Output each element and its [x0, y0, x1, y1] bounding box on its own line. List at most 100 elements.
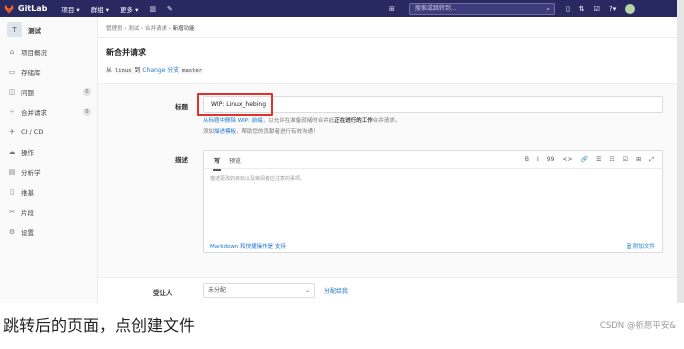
link-icon[interactable]: 🔗 [581, 156, 588, 164]
book-icon: ▯ [10, 188, 14, 196]
description-textarea[interactable]: 描述更改的目标以及审阅者应注意的事项。 [210, 175, 305, 182]
project-avatar: T [7, 22, 22, 37]
sidebar-item-label: 操作 [21, 149, 34, 157]
attach-label: 附加文件 [632, 244, 655, 250]
search-input[interactable]: 搜索或跳转到... ⌕ [408, 2, 555, 15]
navbar-tools: ▯ ⇅ ☑ ?▾ [566, 0, 636, 17]
issues-icon: ◫ [8, 88, 16, 96]
title-label: 标题 [175, 103, 188, 111]
scissors-icon: ✂ [9, 208, 15, 216]
screenshot: GitLab 项目 ▾ 群组 ▾ 更多 ▾ ▥ ✎ ⊞ 搜索或跳转到... ⌕ … [0, 0, 684, 303]
project-sidebar: T 测试 ⌂ 项目概况 ▭ 存储库 ◫ 问题 0 ⑂ 合并请求 0 ✈ CI /… [0, 17, 98, 303]
hint-bold: 正在进行的工作 [334, 118, 373, 124]
sidebar-item-cicd[interactable]: ✈ CI / CD [0, 122, 97, 142]
issues-count-badge: 0 [83, 88, 91, 96]
editor-tabs: 写 预览 B I 99 <> 🔗 ☰ ☷ ☑ ⊞ ⤢ [204, 151, 662, 171]
sidebar-item-analytics[interactable]: ▤ 分析学 [0, 162, 97, 182]
sidebar-item-label: 分析学 [21, 169, 41, 177]
from-word: 从 [106, 67, 113, 74]
breadcrumb: 管理员 › 测试 › 合并请求 › 新增功能 [106, 26, 195, 32]
assignee-value: 未分配 [208, 287, 227, 294]
quote-icon[interactable]: 99 [547, 156, 555, 164]
description-label: 描述 [175, 156, 188, 164]
template-hint: 添加描述模板，帮助您的贡献者进行有效沟通！ [203, 127, 319, 135]
todos-icon[interactable]: ☑ [594, 5, 600, 13]
hint-text: ，以允许在准备就绪时合并此 [262, 118, 335, 124]
home-icon: ⌂ [9, 48, 15, 56]
tab-write[interactable]: 写 [212, 156, 222, 171]
gear-icon: ⚙ [8, 228, 16, 236]
search-placeholder: 搜索或跳转到... [414, 4, 457, 12]
main-content: 管理员 › 测试 › 合并请求 › 新增功能 新合并请求 从 linux 到 C… [98, 17, 677, 303]
search-icon: ⌕ [546, 4, 550, 13]
italic-icon[interactable]: I [537, 156, 539, 164]
project-header[interactable]: T 测试 [0, 17, 97, 42]
description-editor: 写 预览 B I 99 <> 🔗 ☰ ☷ ☑ ⊞ ⤢ 描述更改的目标以及审阅者应… [203, 150, 663, 253]
menu-projects[interactable]: 项目 ▾ [61, 4, 79, 14]
sidebar-item-overview[interactable]: ⌂ 项目概况 [0, 42, 97, 62]
bold-icon[interactable]: B [525, 156, 529, 164]
markdown-help-link[interactable]: Markdown 和快捷操作是 支持 [210, 242, 286, 250]
menu-more[interactable]: 更多 ▾ [120, 4, 138, 14]
to-word: 到 [134, 67, 141, 74]
sidebar-item-merge-requests[interactable]: ⑂ 合并请求 0 [0, 102, 97, 122]
sidebar-item-operations[interactable]: ☁ 操作 [0, 142, 97, 162]
attach-file-button[interactable]: 🖻 附加文件 [627, 242, 655, 252]
sidebar-item-label: 维基 [21, 189, 34, 197]
wip-hint: 从标题中删除 WIP: 前缀，以允许在准备就绪时合并此正在进行的工作合并请求。 [203, 116, 400, 124]
watermark: CSDN @祈愿平安& [599, 321, 676, 331]
help-icon[interactable]: ?▾ [609, 5, 616, 13]
task-list-icon[interactable]: ☑ [623, 156, 628, 164]
mr-count-badge: 0 [83, 108, 91, 116]
hint-prefix: 添加 [203, 129, 215, 135]
rocket-icon: ✈ [9, 128, 15, 136]
doc-icon: ▭ [8, 68, 16, 76]
top-navbar: GitLab 项目 ▾ 群组 ▾ 更多 ▾ ▥ ✎ ⊞ 搜索或跳转到... ⌕ … [0, 0, 677, 17]
scrollbar[interactable] [677, 0, 684, 303]
fullscreen-icon[interactable]: ⤢ [649, 156, 654, 164]
breadcrumb-current: 新增功能 [172, 26, 195, 32]
snippets-icon[interactable]: ▯ [566, 5, 570, 13]
stats-icon[interactable]: ▥ [149, 5, 156, 13]
markdown-toolbar: B I 99 <> 🔗 ☰ ☷ ☑ ⊞ ⤢ [525, 156, 654, 164]
sidebar-item-snippets[interactable]: ✂ 片段 [0, 202, 97, 222]
merge-requests-icon[interactable]: ⇅ [579, 5, 585, 13]
editor-footer: Markdown 和快捷操作是 支持 🖻 附加文件 [204, 238, 662, 252]
table-icon[interactable]: ⊞ [636, 156, 641, 164]
sidebar-item-repository[interactable]: ▭ 存储库 [0, 62, 97, 82]
description-template-link[interactable]: 描述模板 [214, 129, 236, 135]
plus-square-icon[interactable]: ⊞ [389, 5, 395, 13]
change-branch-link[interactable]: Change 分支 [142, 67, 179, 74]
breadcrumb-item[interactable]: 合并请求 [145, 26, 167, 32]
navbar-right: ⊞ 搜索或跳转到... ⌕ [389, 0, 555, 17]
merge-request-icon: ⑂ [9, 108, 15, 116]
sidebar-item-settings[interactable]: ⚙ 设置 [0, 222, 97, 242]
assignee-label: 受让人 [153, 289, 173, 297]
sidebar-item-label: 设置 [21, 229, 34, 237]
hint-rest: ，帮助您的贡献者进行有效沟通！ [236, 129, 319, 135]
remove-wip-link[interactable]: 从标题中删除 WIP: 前缀 [203, 118, 263, 124]
assignee-select[interactable]: 未分配 ⌄ [203, 283, 315, 298]
breadcrumb-item[interactable]: 测试 [128, 26, 139, 32]
menu-groups[interactable]: 群组 ▾ [91, 4, 109, 14]
cloud-icon: ☁ [8, 148, 16, 156]
user-avatar-icon[interactable] [625, 3, 636, 14]
sidebar-item-label: 项目概况 [21, 49, 47, 57]
gitlab-logo-icon[interactable] [4, 4, 14, 14]
target-branch: master [181, 68, 204, 74]
sidebar-item-label: 存储库 [21, 69, 41, 77]
caption-text: 跳转后的页面，点创建文件 [3, 316, 196, 335]
tab-preview[interactable]: 预览 [229, 156, 241, 165]
hint-end: 合并请求。 [372, 118, 401, 124]
sidebar-item-issues[interactable]: ◫ 问题 0 [0, 82, 97, 102]
brand-name[interactable]: GitLab [18, 4, 47, 13]
wrench-icon[interactable]: ✎ [167, 5, 173, 13]
code-icon[interactable]: <> [562, 156, 572, 164]
chart-icon: ▤ [8, 168, 16, 176]
sidebar-item-wiki[interactable]: ▯ 维基 [0, 182, 97, 202]
page-title: 新合并请求 [106, 48, 146, 57]
bullet-list-icon[interactable]: ☰ [596, 156, 601, 164]
assign-to-me-link[interactable]: 分配给我 [324, 286, 348, 295]
numbered-list-icon[interactable]: ☷ [609, 156, 614, 164]
breadcrumb-item[interactable]: 管理员 [106, 26, 123, 32]
